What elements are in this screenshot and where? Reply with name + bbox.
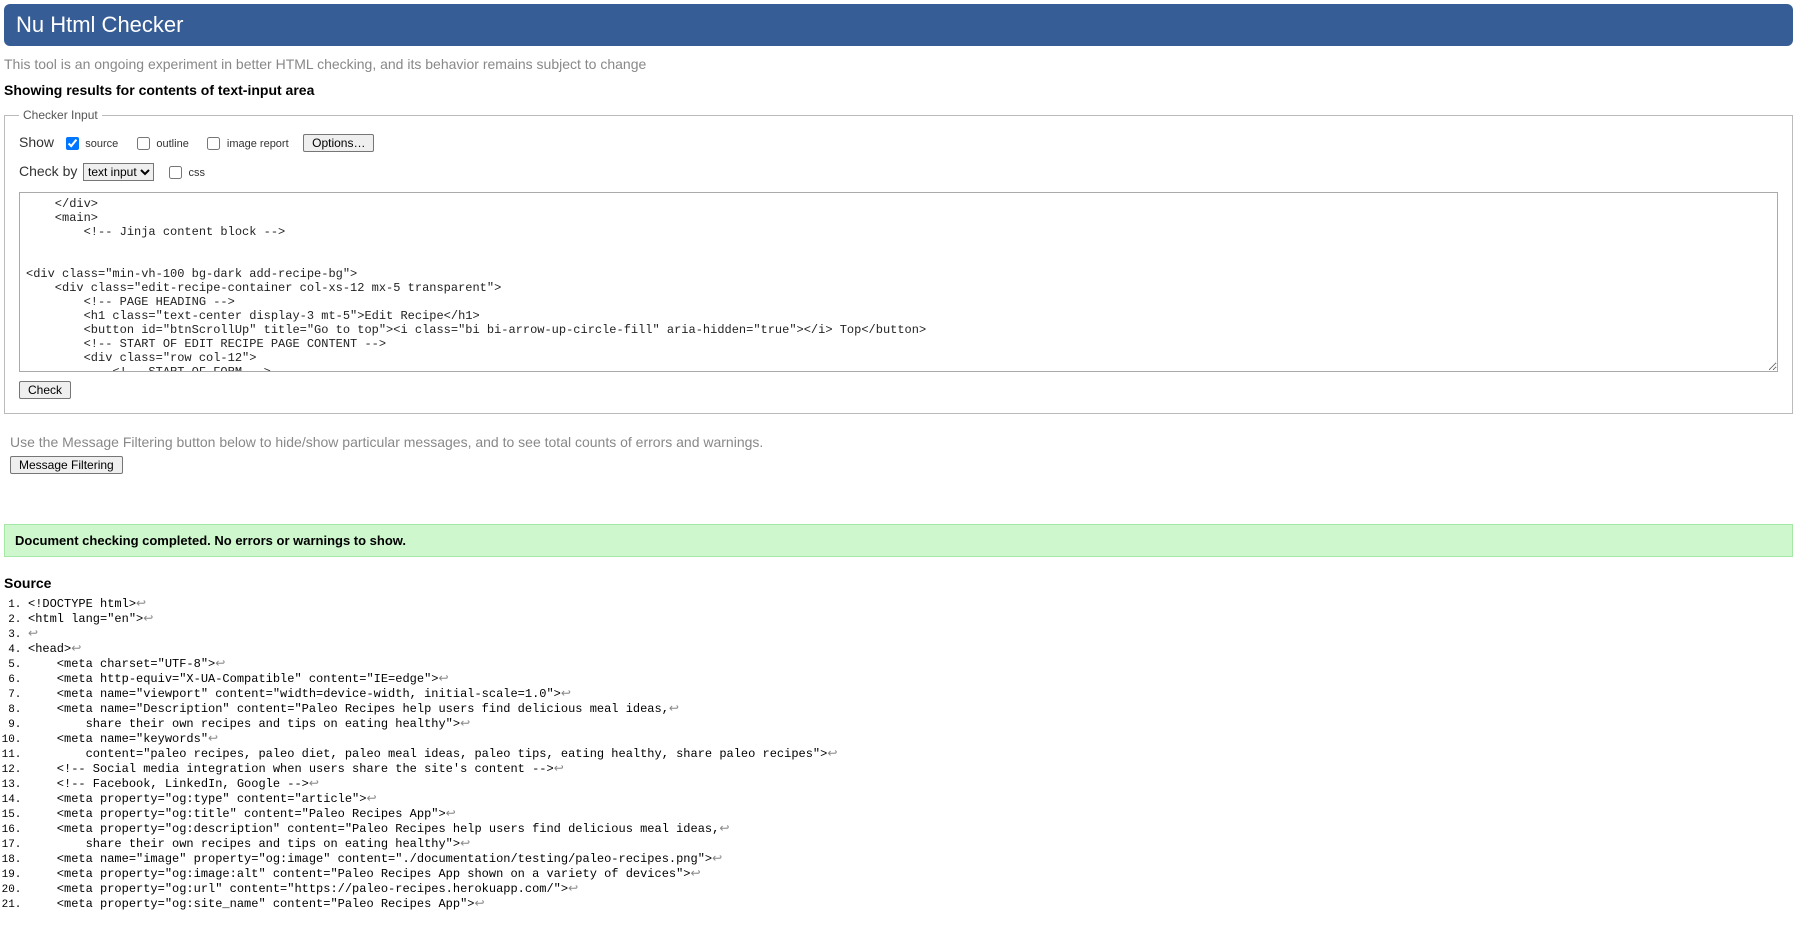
source-line: <!-- Facebook, LinkedIn, Google -->↩ <box>28 777 1793 792</box>
html-source-textarea[interactable] <box>19 192 1778 372</box>
message-filtering-button[interactable]: Message Filtering <box>10 456 123 474</box>
source-line: <meta property="og:description" content=… <box>28 822 1793 837</box>
source-heading: Source <box>0 567 1797 597</box>
source-line: <!DOCTYPE html>↩ <box>28 597 1793 612</box>
source-line: <meta property="og:image:alt" content="P… <box>28 867 1793 882</box>
checker-input-legend: Checker Input <box>19 108 102 122</box>
outline-checkbox[interactable] <box>137 137 150 150</box>
source-line: <meta charset="UTF-8">↩ <box>28 657 1793 672</box>
source-checkbox-label[interactable]: source <box>85 138 118 150</box>
outline-checkbox-label[interactable]: outline <box>156 138 188 150</box>
checker-input-fieldset: Checker Input Show source outline image … <box>4 108 1793 414</box>
source-listing: <!DOCTYPE html>↩<html lang="en">↩↩<head>… <box>28 597 1793 912</box>
show-row: Show source outline image report Options… <box>19 134 1778 153</box>
source-line: <head>↩ <box>28 642 1793 657</box>
image-report-checkbox-label[interactable]: image report <box>227 138 289 150</box>
source-line: share their own recipes and tips on eati… <box>28 717 1793 732</box>
source-line: <meta name="Description" content="Paleo … <box>28 702 1793 717</box>
source-line: <meta property="og:type" content="articl… <box>28 792 1793 807</box>
image-report-checkbox[interactable] <box>207 137 220 150</box>
source-line: <meta name="viewport" content="width=dev… <box>28 687 1793 702</box>
css-checkbox[interactable] <box>169 166 182 179</box>
source-line: <html lang="en">↩ <box>28 612 1793 627</box>
check-by-row: Check by text input css <box>19 163 1778 182</box>
options-button[interactable]: Options… <box>303 134 374 152</box>
source-line: share their own recipes and tips on eati… <box>28 837 1793 852</box>
source-checkbox[interactable] <box>66 137 79 150</box>
check-button[interactable]: Check <box>19 381 71 399</box>
source-line: <meta property="og:site_name" content="P… <box>28 897 1793 912</box>
source-line: <meta property="og:title" content="Paleo… <box>28 807 1793 822</box>
showing-results-heading: Showing results for contents of text-inp… <box>0 80 1797 108</box>
source-line: <meta http-equiv="X-UA-Compatible" conte… <box>28 672 1793 687</box>
source-line: <!-- Social media integration when users… <box>28 762 1793 777</box>
check-by-label: Check by <box>19 163 77 179</box>
show-label: Show <box>19 134 54 150</box>
message-filtering-hint: Use the Message Filtering button below t… <box>0 424 1797 456</box>
page-title: Nu Html Checker <box>16 12 1781 38</box>
intro-text: This tool is an ongoing experiment in be… <box>0 50 1797 80</box>
css-checkbox-label[interactable]: css <box>188 167 205 179</box>
source-line: content="paleo recipes, paleo diet, pale… <box>28 747 1793 762</box>
source-line: <meta name="image" property="og:image" c… <box>28 852 1793 867</box>
source-line: <meta name="keywords"↩ <box>28 732 1793 747</box>
check-by-select[interactable]: text input <box>83 163 154 181</box>
success-message: Document checking completed. No errors o… <box>4 524 1793 557</box>
source-line: ↩ <box>28 627 1793 642</box>
source-line: <meta property="og:url" content="https:/… <box>28 882 1793 897</box>
page-header: Nu Html Checker <box>4 4 1793 46</box>
